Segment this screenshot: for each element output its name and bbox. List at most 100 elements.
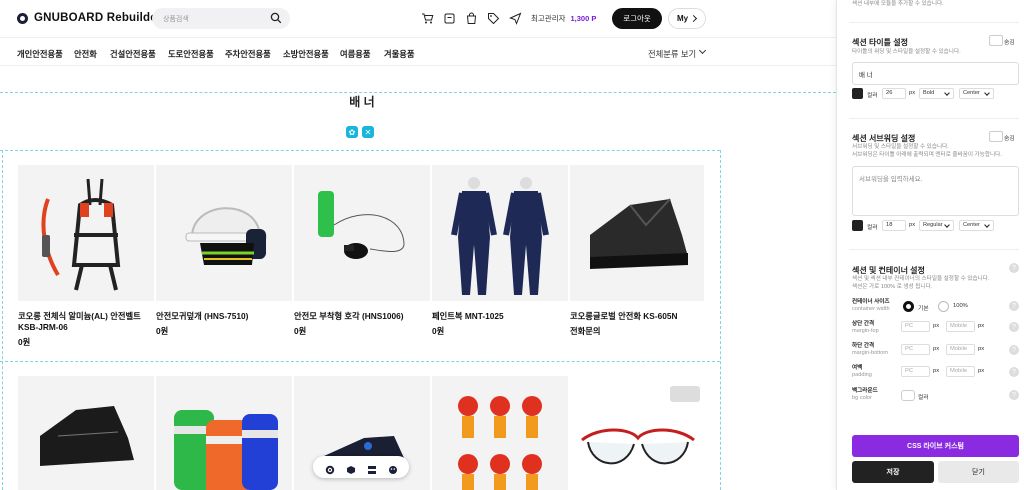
nav-item-road[interactable]: 도로안전용품 [168, 48, 214, 60]
shopping-bag-icon[interactable] [465, 12, 478, 25]
padding-pc-input[interactable]: PC [901, 366, 930, 377]
save-button[interactable]: 저장 [852, 461, 934, 483]
product-image[interactable] [156, 165, 292, 301]
gear-icon[interactable] [325, 462, 335, 475]
subtitle-hide-checkbox[interactable] [989, 131, 1003, 142]
width-full-radio[interactable] [938, 301, 949, 312]
background-label: 백그라운드 bg color [852, 388, 878, 402]
palette-icon[interactable] [388, 462, 398, 474]
nav-item-parking[interactable]: 주차안전용품 [225, 48, 271, 60]
background-sub: bg color [852, 395, 872, 401]
product-price: 0원 [294, 326, 307, 336]
margin-bottom-pc-input[interactable]: PC [901, 344, 930, 355]
title-hide-checkbox[interactable] [989, 35, 1003, 46]
section-outline [2, 150, 3, 490]
width-basic-label: 기본 [918, 306, 929, 312]
subtitle-color-swatch[interactable] [852, 220, 863, 231]
cart-icon[interactable] [421, 12, 434, 25]
title-hide-label: 숨김 [1004, 40, 1015, 46]
search-input[interactable]: 상품검색 [152, 8, 290, 29]
container-width-sub: container width [852, 306, 890, 312]
product-price: 0원 [156, 326, 169, 336]
help-icon[interactable]: ? [1009, 367, 1019, 377]
subtitle-size-input[interactable]: 18 [882, 220, 906, 231]
search-icon[interactable] [270, 12, 282, 24]
product-image[interactable] [432, 165, 568, 301]
help-icon[interactable]: ? [1009, 263, 1019, 273]
product-card[interactable] [156, 376, 292, 490]
product-card[interactable]: 안전모 부착형 호각 (HNS1006) 0원 [294, 165, 430, 337]
help-icon[interactable]: ? [1009, 322, 1019, 332]
margin-top-mobile-input[interactable]: Mobile [946, 321, 975, 332]
product-image[interactable] [570, 165, 704, 301]
unit-label: px [933, 323, 940, 329]
product-image[interactable] [156, 376, 292, 490]
product-image[interactable] [432, 376, 568, 490]
margin-bottom-label: 하단 간격 margin-bottom [852, 343, 888, 357]
css-live-custom-button[interactable]: CSS 라이브 커스텀 [852, 435, 1019, 457]
product-price: 0원 [18, 337, 31, 347]
bg-color-swatch[interactable] [901, 390, 915, 401]
background-title: 백그라운드 [852, 388, 878, 394]
padding-mobile-input[interactable]: Mobile [946, 366, 975, 377]
order-icon[interactable] [443, 12, 456, 25]
product-name[interactable]: 페인트복 MNT-1025 [432, 311, 568, 322]
nav-item-construction[interactable]: 건설안전용품 [110, 48, 156, 60]
my-menu-button[interactable]: My [668, 8, 706, 29]
title-weight-select[interactable]: Bold [919, 88, 954, 99]
product-name[interactable]: 코오롱 전체식 알미늄(AL) 안전벨트 KSB-JRM-06 [18, 311, 154, 333]
nav-item-safety-shoes[interactable]: 안전화 [74, 48, 97, 60]
product-card[interactable] [570, 376, 704, 490]
logo[interactable]: GNUBOARD Rebuilder [17, 12, 162, 24]
margin-top-pc-input[interactable]: PC [901, 321, 930, 332]
help-icon[interactable]: ? [1009, 345, 1019, 355]
section-settings-button[interactable]: ✿ [346, 126, 358, 138]
help-icon[interactable]: ? [1009, 390, 1019, 400]
product-card[interactable] [432, 376, 568, 490]
title-color-swatch[interactable] [852, 88, 863, 99]
gear-icon: ✿ [348, 127, 356, 137]
subtitle-weight-select[interactable]: Regular [919, 220, 954, 231]
all-categories-button[interactable]: 전체분류 보기 [648, 48, 696, 60]
product-image[interactable] [18, 376, 154, 490]
cube-icon[interactable] [346, 462, 356, 474]
product-name[interactable]: 안전모 부착형 호각 (HNS1006) [294, 311, 430, 322]
product-name[interactable]: 코오롱글로벌 안전화 KS-605N [570, 311, 704, 322]
padding-label: 여백 padding [852, 365, 872, 379]
product-card[interactable]: 코오롱 전체식 알미늄(AL) 안전벨트 KSB-JRM-06 0원 [18, 165, 154, 348]
product-card[interactable]: 코오롱글로벌 안전화 KS-605N 전화문의 [570, 165, 704, 337]
subtitle-align-select[interactable]: Center [959, 220, 994, 231]
margin-bottom-mobile-input[interactable]: Mobile [946, 344, 975, 355]
coupon-tag-icon[interactable] [487, 12, 500, 25]
layout-icon[interactable] [367, 462, 377, 474]
helmet-earmuff-image [185, 207, 267, 265]
title-settings-hint: 타이틀의 워딩 및 스타일을 설정할 수 있습니다. [852, 49, 961, 55]
section-outline [0, 361, 720, 362]
title-align-select[interactable]: Center [959, 88, 994, 99]
nav-item-fire[interactable]: 소방안전용품 [283, 48, 329, 60]
nav-item-personal-safety[interactable]: 개인안전용품 [17, 48, 63, 60]
subtitle-size-unit: px [909, 222, 916, 228]
product-card[interactable] [18, 376, 154, 490]
nav-item-summer[interactable]: 여름용품 [340, 48, 371, 60]
subtitle-settings-hint-2: 서브워딩은 타이틀 아래에 출력되며 엔터로 줄바꿈이 가능합니다. [852, 152, 1002, 158]
section-remove-button[interactable]: ✕ [362, 126, 374, 138]
title-size-input[interactable]: 26 [882, 88, 906, 99]
product-image[interactable] [570, 376, 704, 490]
product-image[interactable] [294, 165, 430, 301]
points-value: 1,300 P [570, 14, 597, 23]
product-name[interactable]: 안전모귀덮개 (HNS-7510) [156, 311, 292, 322]
send-icon[interactable] [509, 12, 522, 25]
help-icon[interactable]: ? [1009, 301, 1019, 311]
product-image[interactable] [18, 165, 154, 301]
chevron-down-icon[interactable] [698, 46, 707, 55]
nav-item-winter[interactable]: 겨울용품 [384, 48, 415, 60]
product-card[interactable]: 페인트복 MNT-1025 0원 [432, 165, 568, 337]
close-button[interactable]: 닫기 [938, 461, 1019, 483]
logout-button[interactable]: 로그아웃 [612, 8, 662, 29]
title-text-input[interactable]: 배 너 [852, 62, 1019, 85]
safety-harness-image [41, 178, 121, 291]
width-basic-radio[interactable] [903, 301, 914, 312]
subtitle-textarea[interactable]: 서브워딩을 입력하세요. [852, 166, 1019, 216]
product-card[interactable]: 안전모귀덮개 (HNS-7510) 0원 [156, 165, 292, 337]
